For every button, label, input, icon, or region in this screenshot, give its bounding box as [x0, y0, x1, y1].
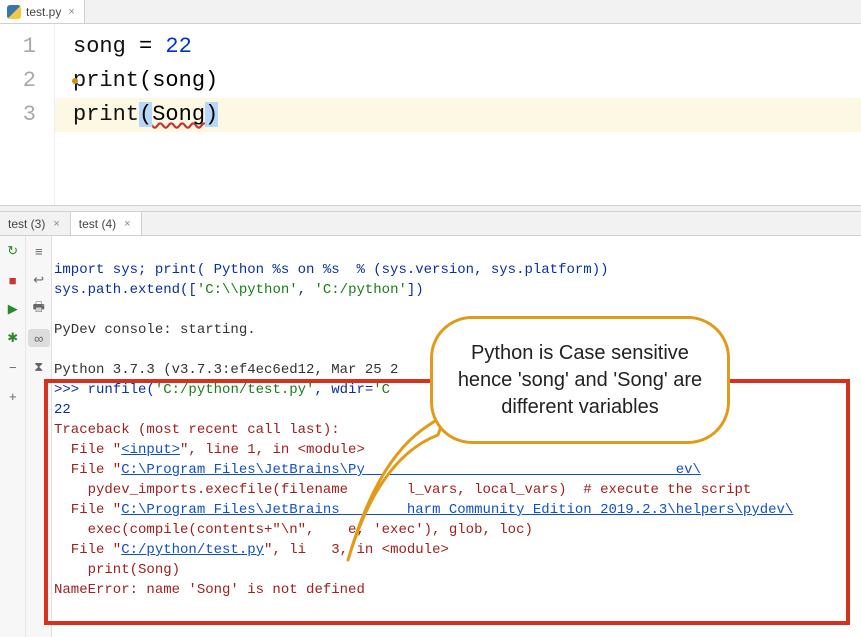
- console-prompt-line: >>> runfile('C:/python/test.py', wdir='C: [54, 382, 390, 398]
- stop-icon[interactable]: ■: [4, 271, 22, 289]
- traceback-line: print(Song): [54, 562, 180, 578]
- add-icon[interactable]: +: [4, 387, 22, 405]
- traceback-link[interactable]: C:/python/test.py: [121, 542, 264, 558]
- close-icon[interactable]: ×: [122, 218, 132, 230]
- console-line: Python 3.7.3 (v3.7.3:ef4ec6ed12, Mar 25 …: [54, 362, 398, 378]
- line-number: 2: [0, 64, 36, 98]
- code-line-current[interactable]: print(Song): [55, 98, 861, 132]
- annotation-callout: Python is Case sensitive hence 'song' an…: [430, 316, 730, 444]
- traceback-line: Traceback (most recent call last):: [54, 422, 340, 438]
- code-line[interactable]: print(song): [73, 64, 861, 98]
- run-icon[interactable]: ▶: [4, 300, 22, 318]
- filter-icon[interactable]: ≡: [30, 242, 48, 260]
- line-number: 1: [0, 30, 36, 64]
- traceback-link[interactable]: C:\Program Files\JetBrains\Py: [121, 462, 365, 478]
- traceback-link[interactable]: C:\Program Files\JetBrains harm Communit…: [121, 502, 793, 518]
- callout-tail: [330, 400, 450, 570]
- console-line: 22: [54, 402, 71, 418]
- soft-wrap-icon[interactable]: ↩: [30, 271, 48, 289]
- traceback-error: NameError: name 'Song' is not defined: [54, 582, 365, 598]
- python-file-icon: [7, 5, 21, 19]
- editor-tab-bar: test.py ×: [0, 0, 861, 24]
- editor-tab-test-py[interactable]: test.py ×: [0, 0, 85, 23]
- editor-tab-label: test.py: [26, 5, 61, 19]
- line-number: 3: [0, 98, 36, 132]
- code-editor[interactable]: 1 2 3 song = 22 print(song) print(Song): [0, 24, 861, 206]
- code-content[interactable]: song = 22 print(song) print(Song): [55, 24, 861, 205]
- console-tab-label: test (3): [8, 217, 45, 231]
- callout-text: Python is Case sensitive hence 'song' an…: [455, 340, 705, 421]
- console-line: import sys; print( Python %s on %s % (sy…: [54, 262, 609, 278]
- code-line[interactable]: song = 22: [73, 30, 861, 64]
- debug-icon[interactable]: ✱: [4, 329, 22, 347]
- close-icon[interactable]: ×: [51, 218, 61, 230]
- traceback-line: File "<input>", line 1, in <module>: [54, 442, 365, 458]
- line-number-gutter: 1 2 3: [0, 24, 55, 205]
- console-tab-label: test (4): [79, 217, 116, 231]
- rerun-icon[interactable]: ↻: [4, 242, 22, 260]
- show-vars-icon[interactable]: ∞: [28, 329, 50, 347]
- unresolved-reference: Song: [152, 102, 205, 127]
- remove-icon[interactable]: −: [4, 358, 22, 376]
- console-tab-bar: test (3) × test (4) ×: [0, 212, 861, 236]
- history-icon[interactable]: ⧗: [30, 358, 48, 376]
- console-tab-1[interactable]: test (3) ×: [0, 212, 71, 235]
- console-toolbar: ↻ ■ ▶ ✱ − + ≡ ↩ 🖶 ∞ ⧗: [0, 236, 52, 637]
- console-line: sys.path.extend(['C:\\python', 'C:/pytho…: [54, 282, 424, 298]
- console-tab-2[interactable]: test (4) ×: [71, 212, 142, 235]
- traceback-line: exec(compile(contents+"\n", e, 'exec'), …: [54, 522, 533, 538]
- warning-marker-icon[interactable]: [72, 78, 78, 84]
- console-line: PyDev console: starting.: [54, 322, 256, 338]
- close-icon[interactable]: ×: [66, 6, 76, 18]
- traceback-link[interactable]: <input>: [121, 442, 180, 458]
- print-icon[interactable]: 🖶: [30, 300, 48, 318]
